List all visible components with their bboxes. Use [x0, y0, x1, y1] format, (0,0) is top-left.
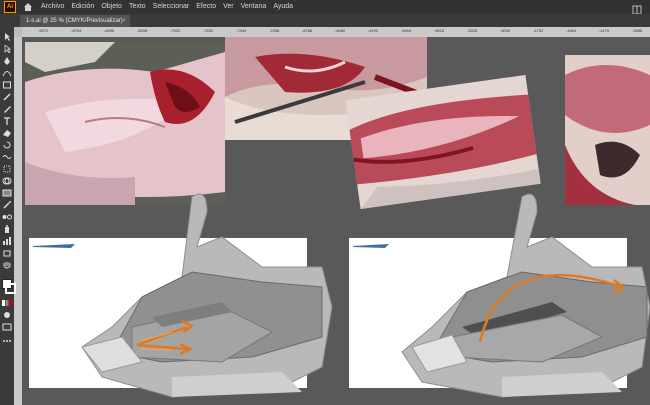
menu-ayuda[interactable]: Ayuda: [273, 0, 293, 14]
selection-tool-icon[interactable]: [2, 33, 12, 41]
illustrator-logo: Ai: [4, 1, 16, 13]
curvature-tool-icon[interactable]: [2, 69, 12, 77]
document-tab[interactable]: 1-s.ai @ 25 % (CMYK/Previsualizar) ×: [20, 15, 130, 27]
ruler-label: -6192: [368, 28, 379, 33]
color-mode-icon[interactable]: [2, 299, 12, 307]
eyedropper-tool-icon[interactable]: [2, 201, 12, 209]
document-tab-bar: 1-s.ai @ 25 % (CMYK/Previsualizar) ×: [0, 14, 650, 27]
pencil-tool-icon[interactable]: [2, 105, 12, 113]
ruler-label: -6480: [335, 28, 346, 33]
menu-objeto[interactable]: Objeto: [101, 0, 122, 14]
photo-neck-cross-section[interactable]: [565, 55, 650, 205]
ruler-label: -5616: [434, 28, 445, 33]
menu-seleccionar[interactable]: Seleccionar: [153, 0, 190, 14]
screen-mode-icon[interactable]: [2, 323, 12, 331]
menu-archivo[interactable]: Archivo: [41, 0, 64, 14]
document-canvas[interactable]: [22, 37, 650, 405]
menu-edicion[interactable]: Edición: [71, 0, 94, 14]
ruler-label: -7344: [236, 28, 247, 33]
document-tab-title: 1-s.ai @ 25 % (CMYK/Previsualizar): [26, 18, 123, 24]
photo-carcass-open[interactable]: [25, 42, 225, 205]
warp-tool-icon[interactable]: [2, 153, 12, 161]
ruler-corner[interactable]: [14, 27, 22, 37]
tools-panel: [0, 27, 16, 405]
menu-ver[interactable]: Ver: [223, 0, 234, 14]
hand-tool-icon[interactable]: [2, 261, 12, 269]
symbol-sprayer-tool-icon[interactable]: [2, 225, 12, 233]
shape-builder-tool-icon[interactable]: [2, 177, 12, 185]
anatomical-diagram-2[interactable]: [352, 187, 650, 405]
pen-tool-icon[interactable]: [2, 57, 12, 65]
ruler-label: -9072: [38, 28, 49, 33]
menu-ventana[interactable]: Ventana: [241, 0, 267, 14]
ruler-label: -6768: [302, 28, 313, 33]
ruler-label: -8208: [137, 28, 148, 33]
ruler-label: -7056: [269, 28, 280, 33]
ruler-label: -7632: [203, 28, 214, 33]
ruler-label: -5040: [500, 28, 511, 33]
drawing-mode-icon[interactable]: [2, 311, 12, 319]
ruler-label: -7920: [170, 28, 181, 33]
ruler-label: -3888: [632, 28, 643, 33]
direct-selection-tool-icon[interactable]: [2, 45, 12, 53]
anatomical-diagram-1[interactable]: [22, 187, 342, 405]
ruler-label: -4752: [533, 28, 544, 33]
rectangle-tool-icon[interactable]: [2, 81, 12, 89]
ruler-label: -5328: [467, 28, 478, 33]
ruler-label: -5904: [401, 28, 412, 33]
gradient-tool-icon[interactable]: [2, 189, 12, 197]
menu-efecto[interactable]: Efecto: [196, 0, 216, 14]
artboard-tool-icon[interactable]: [2, 249, 12, 257]
ruler-label: -4176: [599, 28, 610, 33]
ruler-label: -8784: [71, 28, 82, 33]
edit-toolbar-icon[interactable]: [2, 337, 12, 345]
eraser-tool-icon[interactable]: [2, 129, 12, 137]
rotate-tool-icon[interactable]: [2, 141, 12, 149]
free-transform-tool-icon[interactable]: [2, 165, 12, 173]
blend-tool-icon[interactable]: [2, 213, 12, 221]
ruler-label: -8496: [104, 28, 115, 33]
ruler-label: -4464: [566, 28, 577, 33]
graph-tool-icon[interactable]: [2, 237, 12, 245]
menu-texto[interactable]: Texto: [129, 0, 146, 14]
home-icon[interactable]: [22, 2, 33, 13]
paintbrush-tool-icon[interactable]: [2, 93, 12, 101]
stroke-color-swatch[interactable]: [5, 283, 16, 294]
arrange-documents-icon[interactable]: [632, 2, 642, 15]
menu-bar: Ai Archivo Edición Objeto Texto Seleccio…: [0, 0, 650, 15]
type-tool-icon[interactable]: [2, 117, 12, 125]
close-tab-icon[interactable]: ×: [122, 15, 126, 27]
main-menu: Archivo Edición Objeto Texto Seleccionar…: [41, 0, 300, 14]
